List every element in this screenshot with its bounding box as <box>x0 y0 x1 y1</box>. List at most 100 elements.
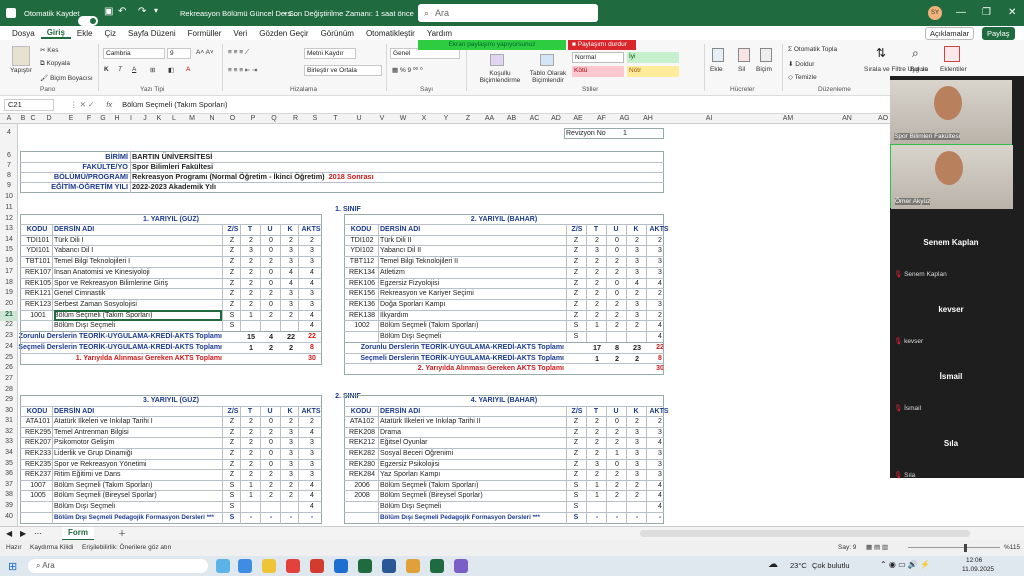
table-cell-name[interactable]: Yabancı Dil I <box>54 246 224 256</box>
table-cell-zs[interactable]: Z <box>224 470 240 480</box>
table-cell-zs[interactable]: S <box>224 513 240 523</box>
column-header[interactable]: T <box>324 114 347 124</box>
table-cell-t[interactable]: 2 <box>242 449 260 459</box>
column-header[interactable]: E <box>60 114 82 124</box>
cut-button[interactable]: ✂ Kes <box>40 46 58 54</box>
table-cell-k[interactable]: 3 <box>628 470 646 480</box>
add-sheet-icon[interactable]: ＋ <box>118 528 126 539</box>
table-cell-zs[interactable]: Z <box>568 449 584 459</box>
table-cell-akts[interactable]: 3 <box>648 268 672 278</box>
row-header[interactable]: 20 <box>0 300 18 310</box>
table-cell-zs[interactable]: S <box>224 321 240 331</box>
table-cell-t[interactable]: 3 <box>588 246 606 256</box>
table-cell-name[interactable]: Bölüm Seçmeli (Bireysel Sporlar) <box>54 491 224 501</box>
table-cell-zs[interactable]: Z <box>224 449 240 459</box>
table-cell-code[interactable]: REK237 <box>20 470 56 480</box>
table-cell-code[interactable]: YDİ101 <box>20 246 56 256</box>
column-header[interactable]: F <box>82 114 96 124</box>
row-header[interactable]: 8 <box>0 172 18 182</box>
maximize-icon[interactable]: ❐ <box>982 7 991 18</box>
table-cell-code[interactable]: TBT101 <box>20 257 56 267</box>
column-header[interactable]: G <box>96 114 110 124</box>
row-header[interactable]: 11 <box>0 204 18 214</box>
format-table-icon[interactable] <box>540 54 554 66</box>
clear-button[interactable]: ◇ Temizle <box>788 73 817 81</box>
weather-desc[interactable]: Çok bulutlu <box>812 561 850 570</box>
table-cell-code[interactable]: YDİ102 <box>344 246 380 256</box>
header-code[interactable]: KODU <box>344 225 378 235</box>
prev-sheet-icon[interactable]: ◀ <box>6 529 12 538</box>
table-cell-name[interactable]: Yabancı Dil II <box>380 246 550 256</box>
table-cell-zs[interactable]: S <box>568 321 584 331</box>
table-cell-u[interactable]: 2 <box>608 438 626 448</box>
row-header[interactable]: 33 <box>0 438 18 448</box>
copy-button[interactable]: ⧉ Kopyala <box>40 60 70 68</box>
table-cell-code[interactable]: REK282 <box>344 449 380 459</box>
table-cell-u[interactable]: 2 <box>262 491 280 501</box>
row-header[interactable]: 37 <box>0 481 18 491</box>
table-cell-u[interactable]: - <box>262 513 280 523</box>
wrap-text-button[interactable]: Metni Kaydır <box>304 48 356 59</box>
column-header[interactable]: J <box>138 114 152 124</box>
header-u[interactable]: U <box>262 225 278 235</box>
table-cell-t[interactable]: 2 <box>242 300 260 310</box>
column-header[interactable]: AO <box>876 114 890 124</box>
column-header[interactable]: AC <box>523 114 546 124</box>
table-cell-name[interactable]: Bölüm Dışı Seçmeli Pedagojik Formasyon D… <box>54 513 224 523</box>
table-cell-k[interactable]: 3 <box>282 289 300 299</box>
table-cell-zs[interactable]: Z <box>568 289 584 299</box>
table-cell-akts[interactable]: 2 <box>300 417 324 427</box>
table-cell-zs[interactable]: Z <box>224 438 240 448</box>
participant-tile[interactable]: Ömer Akyüz <box>890 144 1013 209</box>
table-cell-zs[interactable]: Z <box>224 246 240 256</box>
table-cell-akts[interactable]: 4 <box>648 332 672 342</box>
table-cell-akts[interactable]: 3 <box>300 438 324 448</box>
table-cell-u[interactable]: 0 <box>262 417 280 427</box>
comments-button[interactable]: Açıklamalar <box>925 27 975 40</box>
column-header[interactable]: Q <box>263 114 285 124</box>
table-cell-u[interactable]: 2 <box>262 289 280 299</box>
info-label[interactable]: EĞİTİM-ÖĞRETİM YILI <box>20 182 128 192</box>
table-cell-zs[interactable]: Z <box>568 300 584 310</box>
table-cell-akts[interactable]: 3 <box>648 246 672 256</box>
table-cell-t[interactable]: 1 <box>588 491 606 501</box>
table-cell-k[interactable]: 3 <box>282 300 300 310</box>
row-header[interactable]: 39 <box>0 502 18 512</box>
column-header[interactable]: U <box>347 114 371 124</box>
redo-icon[interactable]: ↷ <box>138 6 146 17</box>
header-k[interactable]: K <box>628 225 644 235</box>
style-normal[interactable]: Normal <box>572 52 624 63</box>
table-cell-t[interactable]: 2 <box>588 300 606 310</box>
sort-filter-icon[interactable]: ⇅ <box>876 46 886 60</box>
header-zs[interactable]: Z/S <box>568 225 586 235</box>
table-cell-zs[interactable]: S <box>568 502 584 512</box>
row-header[interactable]: 31 <box>0 417 18 427</box>
header-akts[interactable]: AKTS <box>648 225 670 235</box>
row-header[interactable]: 24 <box>0 343 18 353</box>
paste-icon[interactable] <box>12 46 30 66</box>
table-cell-zs[interactable]: S <box>568 332 584 342</box>
table-cell-k[interactable]: 3 <box>282 257 300 267</box>
header-t[interactable]: T <box>242 225 258 235</box>
info-label[interactable]: BÖLÜMÜ/PROGRAMI <box>20 172 128 182</box>
column-header[interactable]: D <box>38 114 60 124</box>
table-cell-akts[interactable]: 3 <box>300 449 324 459</box>
table-cell-t[interactable]: 2 <box>588 257 606 267</box>
table-cell-t[interactable]: 2 <box>242 257 260 267</box>
table-cell-u[interactable]: - <box>608 513 626 523</box>
table-cell-u[interactable]: 0 <box>608 417 626 427</box>
info-label[interactable]: BİRİMİ <box>20 152 128 162</box>
autosum-button[interactable]: Σ Otomatik Topla <box>788 46 837 53</box>
table-cell-k[interactable]: 3 <box>628 257 646 267</box>
column-header[interactable]: W <box>393 114 413 124</box>
table-cell-k[interactable]: 2 <box>628 417 646 427</box>
table-cell-u[interactable]: 2 <box>608 470 626 480</box>
font-name-select[interactable]: Cambria <box>103 48 165 59</box>
row-header[interactable]: 27 <box>0 375 18 385</box>
zoom-slider-thumb[interactable] <box>964 544 967 552</box>
table-cell-zs[interactable]: S <box>568 491 584 501</box>
font-size-select[interactable]: 9 <box>167 48 191 59</box>
table-cell-code[interactable]: ATA102 <box>344 417 380 427</box>
menu-tab-1[interactable]: Giriş <box>40 28 71 39</box>
row-header[interactable]: 23 <box>0 332 18 342</box>
